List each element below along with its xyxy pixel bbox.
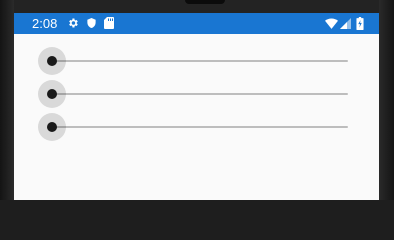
slider-track[interactable] <box>52 126 348 128</box>
device-notch <box>185 0 225 4</box>
battery-charging-icon <box>355 16 365 30</box>
slider-3[interactable] <box>38 112 348 142</box>
device-bezel-left <box>0 0 14 200</box>
slider-thumb[interactable] <box>47 122 57 132</box>
status-bar: 2:08 <box>14 13 379 34</box>
wifi-icon <box>324 16 338 30</box>
slider-track[interactable] <box>52 93 348 95</box>
slider-1[interactable] <box>38 46 348 76</box>
shield-icon <box>84 16 98 30</box>
slider-track[interactable] <box>52 60 348 62</box>
device-bezel-right <box>379 0 394 200</box>
sd-card-icon <box>103 16 115 30</box>
status-time: 2:08 <box>32 16 58 31</box>
app-screen: 2:08 <box>14 13 379 200</box>
slider-2[interactable] <box>38 79 348 109</box>
gear-icon <box>66 16 80 30</box>
slider-thumb[interactable] <box>47 56 57 66</box>
signal-icon <box>339 16 351 30</box>
device-frame: 2:08 <box>0 0 394 200</box>
slider-thumb[interactable] <box>47 89 57 99</box>
